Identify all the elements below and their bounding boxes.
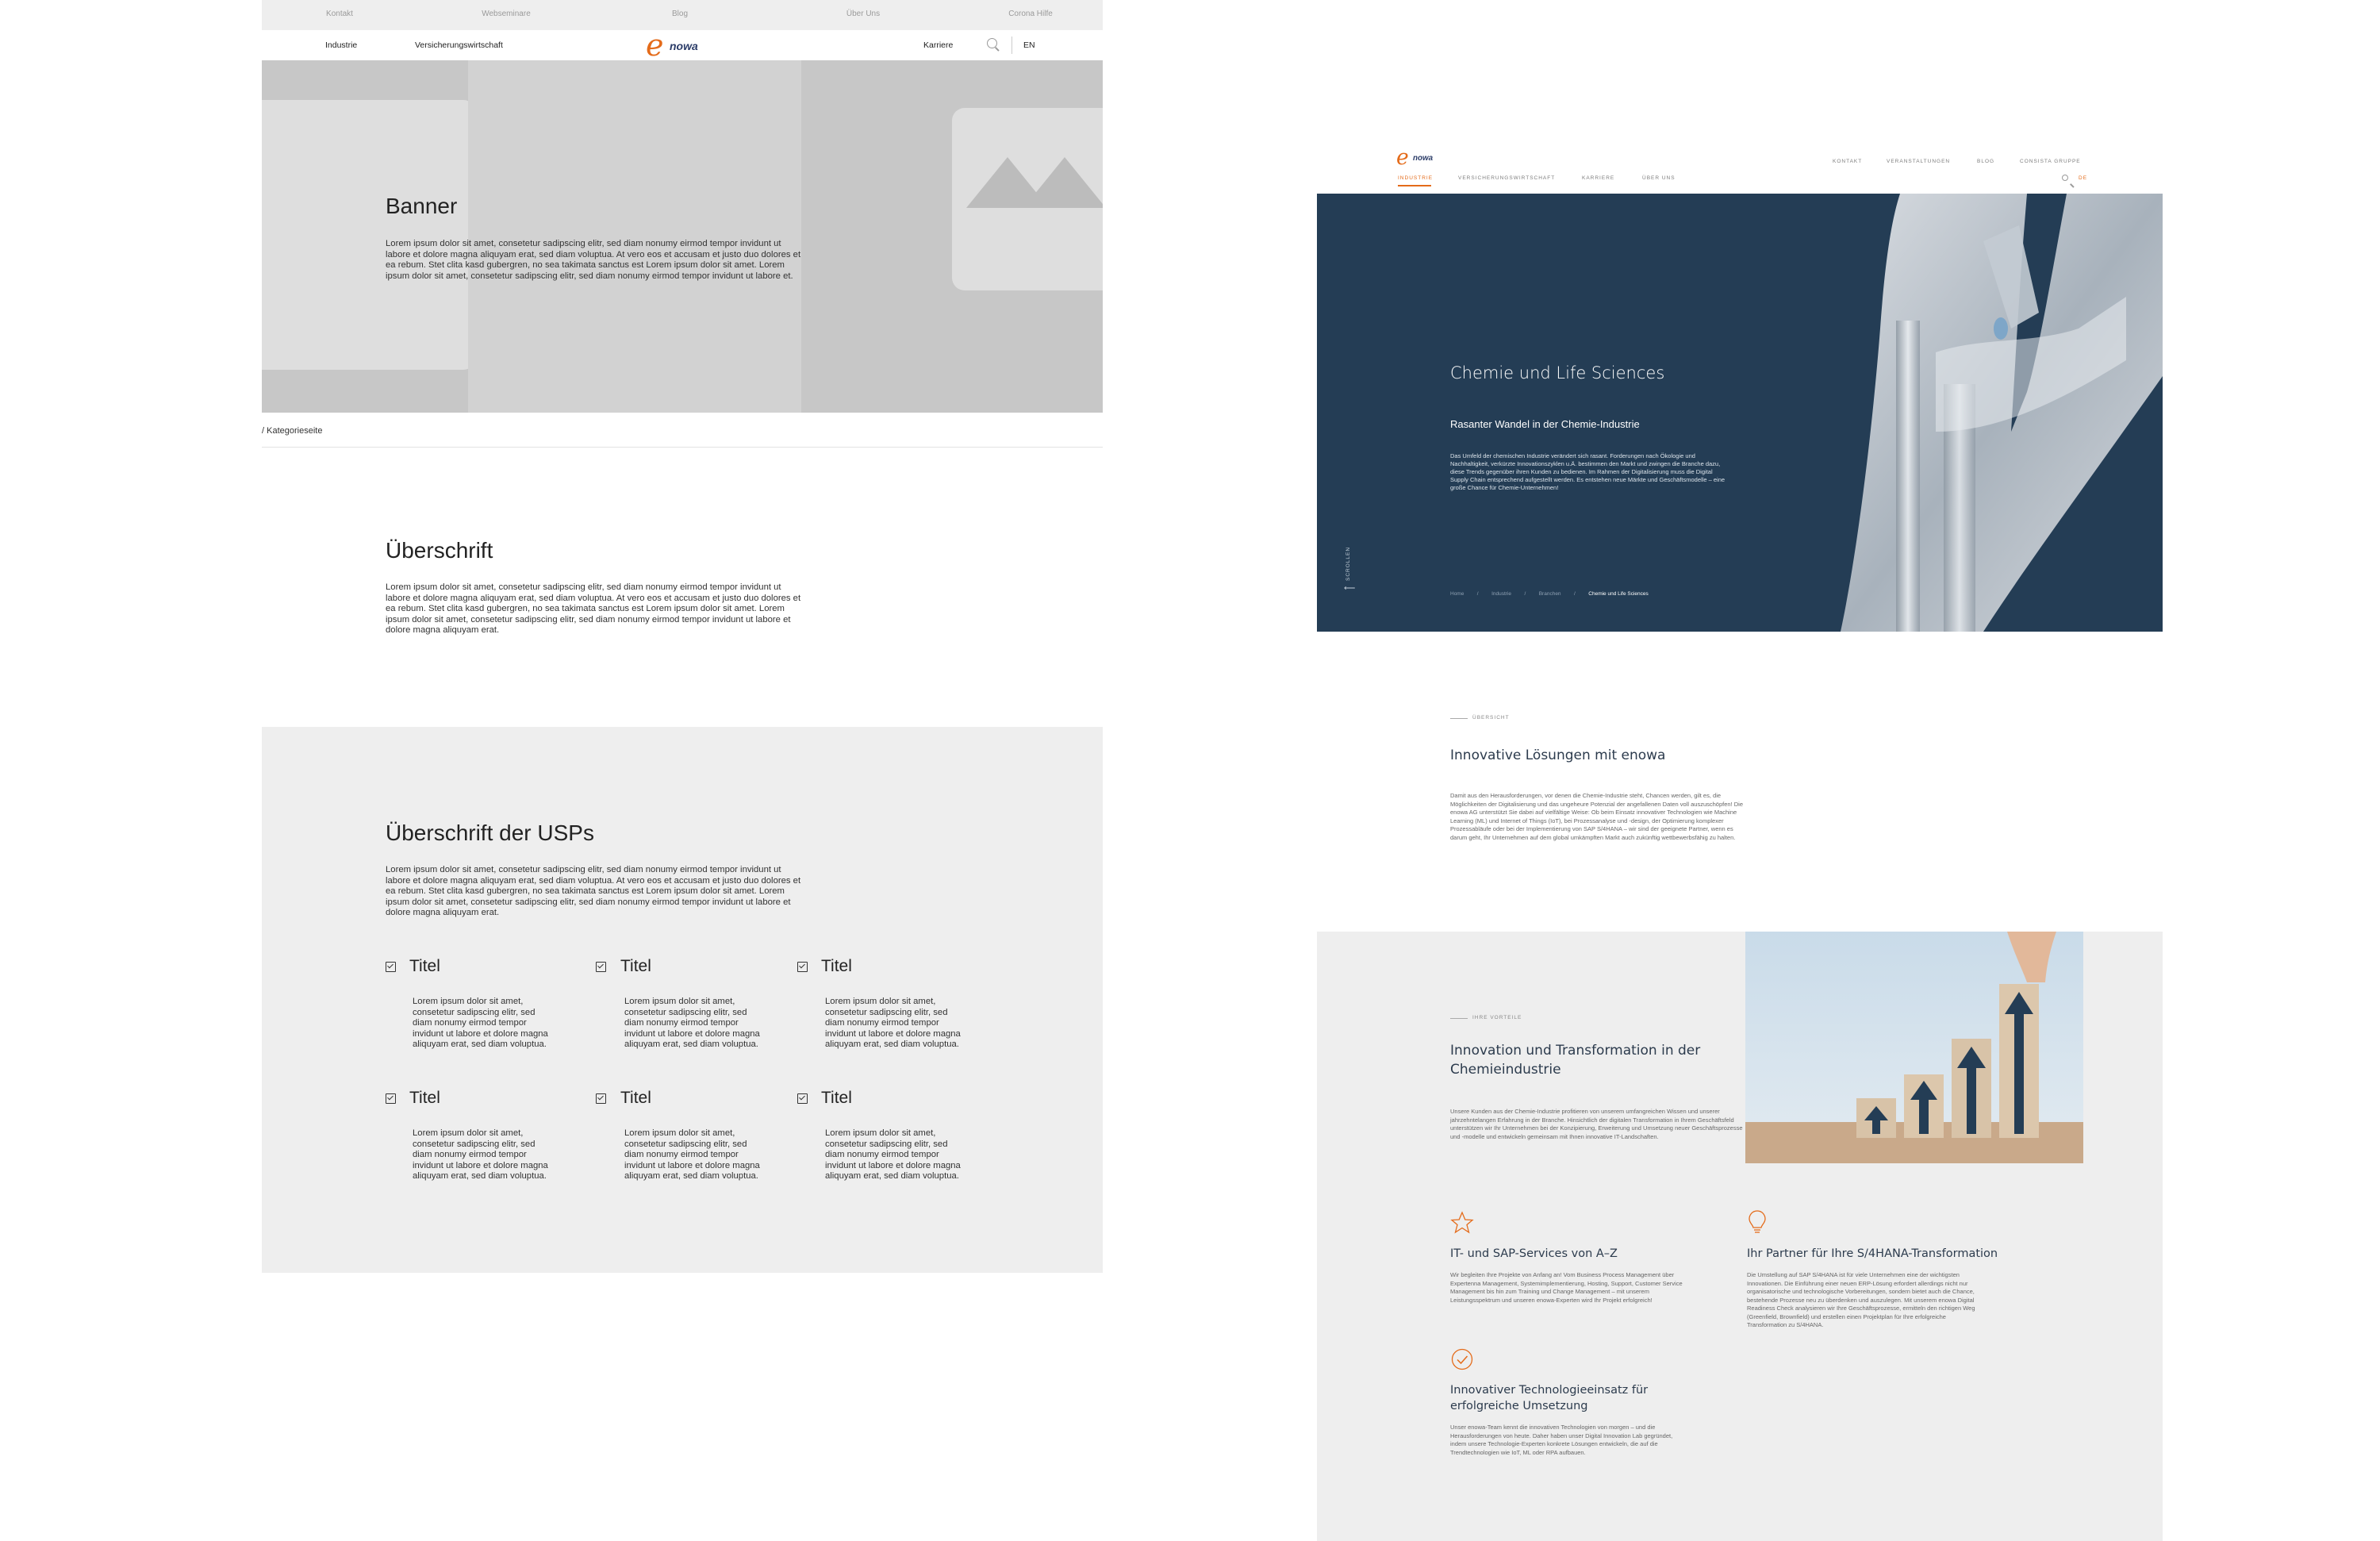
breadcrumb-item[interactable]: Industrie — [1491, 591, 1511, 597]
usp-item-title: Titel — [409, 1089, 440, 1107]
feature-title: IT- und SAP-Services von A–Z — [1450, 1247, 1618, 1260]
wire-nav-karriere[interactable]: Karriere — [923, 40, 953, 50]
active-indicator — [1398, 185, 1431, 186]
nav-versicherung[interactable]: VERSICHERUNGSWIRTSCHAFT — [1458, 175, 1555, 181]
breadcrumb: Home / Industrie / Branchen / Chemie und… — [1450, 585, 1649, 599]
category-label-text: Kategorieseite — [267, 426, 323, 436]
nav-ueber-uns[interactable]: ÜBER UNS — [1642, 175, 1676, 181]
checkbox-icon — [596, 962, 606, 972]
wireframe-page: Kontakt Webseminare Blog Über Uns Corona… — [262, 0, 1103, 1273]
checkbox-icon — [596, 1093, 606, 1104]
feature-text: Unser enowa-Team kennt die innovativen T… — [1450, 1424, 1673, 1456]
logo-mark: e — [1396, 152, 1409, 170]
wire-nav-industrie[interactable]: Industrie — [325, 40, 357, 50]
search-icon[interactable] — [987, 38, 997, 48]
star-icon — [1450, 1211, 1474, 1234]
usp-item-title: Titel — [620, 1089, 651, 1107]
usp-text: Lorem ipsum dolor sit amet, consetetur s… — [386, 865, 801, 917]
overline-rule — [1450, 718, 1468, 719]
banner-text: Lorem ipsum dolor sit amet, consetetur s… — [386, 239, 801, 281]
breadcrumb-current: Chemie und Life Sciences — [1588, 591, 1649, 597]
checkbox-icon — [797, 962, 808, 972]
logo[interactable]: e nowa — [646, 28, 725, 63]
usp-item-text: Lorem ipsum dolor sit amet, consetetur s… — [825, 1128, 961, 1181]
logo-mark: e — [646, 28, 664, 63]
check-circle-icon — [1451, 1348, 1473, 1370]
wire-top-link[interactable]: Corona Hilfe — [1008, 10, 1053, 18]
hero-lab-image — [1841, 194, 2163, 632]
advantages-overline: IHRE VORTEILE — [1472, 1015, 1522, 1020]
design-main-nav: INDUSTRIE VERSICHERUNGSWIRTSCHAFT KARRIE… — [1317, 171, 2163, 186]
arrow-left-icon[interactable]: ⟵ — [1344, 584, 1355, 593]
overline-rule — [1450, 1018, 1468, 1019]
lightbulb-icon — [1749, 1210, 1766, 1233]
top-link-consista[interactable]: CONSISTA GRUPPE — [2020, 159, 2081, 164]
logo-wordmark: nowa — [1413, 153, 1434, 163]
top-link-veranstaltungen[interactable]: VERANSTALTUNGEN — [1887, 159, 1950, 164]
wire-top-link[interactable]: Über Uns — [846, 10, 880, 18]
growth-blocks-image — [1745, 932, 2083, 1163]
banner-title: Banner — [386, 194, 458, 218]
usp-item-text: Lorem ipsum dolor sit amet, consetetur s… — [413, 997, 548, 1049]
breadcrumb-separator: / — [1574, 591, 1576, 597]
hero-subtitle: Rasanter Wandel in der Chemie-Industrie — [1450, 418, 1640, 430]
checkbox-icon — [797, 1093, 808, 1104]
usp-item-title: Titel — [821, 957, 852, 975]
usp-item-text: Lorem ipsum dolor sit amet, consetetur s… — [624, 1128, 760, 1181]
mountain-placeholder-icon — [1023, 157, 1103, 208]
image-placeholder — [468, 60, 801, 413]
breadcrumb-separator: / — [1524, 591, 1526, 597]
usp-item-title: Titel — [409, 957, 440, 975]
feature-text: Die Umstellung auf SAP S/4HANA ist für v… — [1747, 1271, 1975, 1328]
overview-text: Damit aus den Herausforderungen, vor den… — [1450, 792, 1743, 841]
advantages-title: Innovation und Transformation in der Che… — [1450, 1043, 1701, 1078]
wire-banner: Banner Lorem ipsum dolor sit amet, conse… — [262, 60, 1103, 413]
checkbox-icon — [386, 962, 396, 972]
wire-main-nav: Industrie Versicherungswirtschaft e nowa… — [262, 30, 1103, 61]
wire-top-link[interactable]: Blog — [672, 10, 688, 18]
top-link-blog[interactable]: BLOG — [1977, 159, 1994, 164]
usp-item-text: Lorem ipsum dolor sit amet, consetetur s… — [624, 997, 760, 1049]
advantages-section: IHRE VORTEILE Innovation und Transformat… — [1317, 932, 2163, 1541]
advantages-text: Unsere Kunden aus der Chemie-Industrie p… — [1450, 1108, 1743, 1140]
feature-title: Ihr Partner für Ihre S/4HANA-Transformat… — [1747, 1247, 1998, 1260]
wire-nav-versicherung[interactable]: Versicherungswirtschaft — [415, 40, 503, 50]
overview-title: Innovative Lösungen mit enowa — [1450, 747, 1666, 763]
feature-title: Innovativer Technologieeinsatz für erfol… — [1450, 1384, 1649, 1412]
hero-text: Das Umfeld der chemischen Industrie verä… — [1450, 452, 1726, 491]
overview-overline: ÜBERSICHT — [1472, 715, 1510, 721]
feature-text: Wir begleiten Ihre Projekte von Anfang a… — [1450, 1271, 1683, 1304]
usp-item-text: Lorem ipsum dolor sit amet, consetetur s… — [825, 997, 961, 1049]
top-link-kontakt[interactable]: KONTAKT — [1833, 159, 1862, 164]
usp-item-title: Titel — [620, 957, 651, 975]
section-text: Lorem ipsum dolor sit amet, consetetur s… — [386, 582, 801, 635]
usp-item-text: Lorem ipsum dolor sit amet, consetetur s… — [413, 1128, 548, 1181]
hero-title: Chemie und Life Sciences — [1450, 363, 1665, 382]
breadcrumb-item[interactable]: Home — [1450, 591, 1464, 597]
logo-wordmark: nowa — [670, 40, 698, 52]
wire-top-link[interactable]: Webseminare — [482, 10, 531, 18]
usp-title: Überschrift der USPs — [386, 820, 594, 845]
breadcrumb-separator: / — [1476, 591, 1479, 597]
design-top-bar: e nowa KONTAKT VERANSTALTUNGEN BLOG CONS… — [1317, 152, 2163, 171]
wire-lang-switch[interactable]: EN — [1023, 40, 1035, 50]
section-title: Überschrift — [386, 538, 493, 563]
image-placeholder — [262, 100, 476, 370]
category-label: / Kategorieseite — [262, 426, 323, 436]
design-page: e nowa KONTAKT VERANSTALTUNGEN BLOG CONS… — [1317, 152, 2163, 1541]
usp-section: Überschrift der USPs Lorem ipsum dolor s… — [262, 727, 1103, 1273]
breadcrumb-item[interactable]: Branchen — [1539, 591, 1561, 597]
wire-top-link[interactable]: Kontakt — [326, 10, 353, 18]
search-icon[interactable] — [2062, 175, 2068, 181]
nav-karriere[interactable]: KARRIERE — [1582, 175, 1614, 181]
scroll-label[interactable]: SCROLLEN — [1345, 547, 1351, 581]
nav-industrie[interactable]: INDUSTRIE — [1398, 175, 1433, 181]
divider — [262, 447, 1103, 448]
wire-top-bar: Kontakt Webseminare Blog Über Uns Corona… — [262, 0, 1103, 31]
checkbox-icon — [386, 1093, 396, 1104]
usp-item-title: Titel — [821, 1089, 852, 1107]
hero: Chemie und Life Sciences Rasanter Wandel… — [1317, 194, 2163, 632]
lang-switch[interactable]: DE — [2079, 175, 2087, 181]
